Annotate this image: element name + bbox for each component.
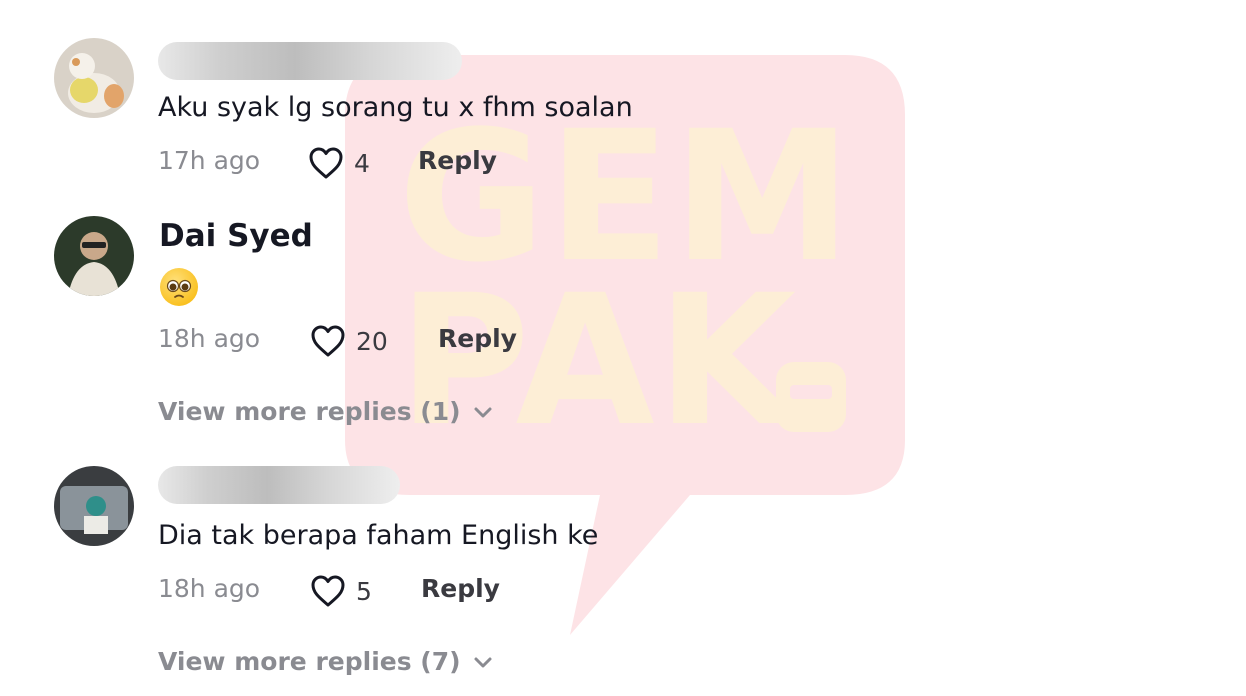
reply-button[interactable]: Reply bbox=[421, 574, 500, 603]
reply-button[interactable]: Reply bbox=[438, 324, 517, 353]
comment-meta: 18h ago 5 Reply bbox=[158, 574, 578, 614]
heart-icon bbox=[311, 325, 345, 357]
pleading-face-icon bbox=[160, 268, 198, 306]
avatar[interactable] bbox=[54, 216, 134, 296]
like-button[interactable]: 5 bbox=[310, 574, 372, 608]
username-blurred bbox=[158, 42, 462, 80]
like-button[interactable]: 4 bbox=[308, 146, 370, 180]
username[interactable]: Dai Syed bbox=[159, 218, 313, 254]
comment-time: 17h ago bbox=[158, 146, 261, 175]
like-count: 5 bbox=[356, 576, 372, 606]
like-count: 4 bbox=[354, 148, 370, 178]
like-button[interactable]: 20 bbox=[310, 324, 388, 358]
chevron-down-icon bbox=[474, 407, 492, 417]
avatar[interactable] bbox=[54, 38, 134, 118]
avatar[interactable] bbox=[54, 466, 134, 546]
username-blurred bbox=[158, 466, 400, 504]
view-more-replies-label: View more replies (1) bbox=[158, 397, 461, 426]
heart-icon bbox=[311, 575, 345, 607]
reply-button[interactable]: Reply bbox=[418, 146, 497, 175]
comment-meta: 17h ago 4 Reply bbox=[158, 146, 558, 186]
view-more-replies-button[interactable]: View more replies (7) bbox=[158, 647, 493, 676]
comment-text: Aku syak lg sorang tu x fhm soalan bbox=[158, 92, 633, 123]
avatar-image-car bbox=[54, 466, 134, 546]
comment-time: 18h ago bbox=[158, 574, 261, 603]
like-count: 20 bbox=[356, 326, 388, 356]
view-more-replies-label: View more replies (7) bbox=[158, 647, 461, 676]
comment-time: 18h ago bbox=[158, 324, 261, 353]
comment-meta: 18h ago 20 Reply bbox=[158, 324, 578, 364]
heart-icon bbox=[309, 147, 343, 179]
avatar-image-cat bbox=[54, 38, 134, 118]
view-more-replies-button[interactable]: View more replies (1) bbox=[158, 397, 493, 426]
avatar-image-person bbox=[54, 216, 134, 296]
chevron-down-icon bbox=[474, 657, 492, 667]
comment-text: Dia tak berapa faham English ke bbox=[158, 520, 599, 551]
watermark-text-line1: GEM bbox=[398, 93, 854, 302]
